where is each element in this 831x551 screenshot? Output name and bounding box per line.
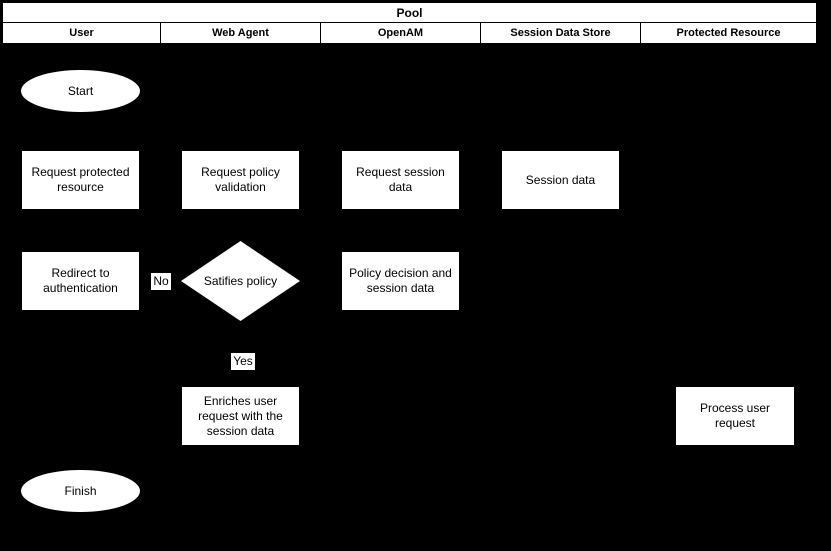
lane-header-protected-resource: Protected Resource [676,27,781,39]
node-session-data[interactable]: Session data [501,150,620,210]
node-process-user-request-label: Process user request [699,401,771,430]
node-finish[interactable]: Finish [21,470,140,512]
node-enriches-user-request[interactable]: Enriches user request with the session d… [181,386,300,446]
node-session-data-label: Session data [525,172,596,187]
node-satifies-policy-decision[interactable]: Satifies policy [181,241,300,321]
pool-title: Pool [3,3,816,23]
lane-header-web-agent: Web Agent [161,23,321,43]
pool-header-table: Pool User Web Agent OpenAM Session Data … [2,2,817,44]
node-redirect-to-authentication[interactable]: Redirect to authentication [21,251,140,311]
lane-header-user: User [3,23,161,43]
lane-header-openam: OpenAM [321,23,481,43]
node-start[interactable]: Start [21,70,140,112]
node-request-protected-resource-label: Request protected resource [31,165,130,194]
node-policy-decision-and-session-data-label: Policy decision and session data [349,266,452,295]
flowchart-canvas: Pool User Web Agent OpenAM Session Data … [0,0,831,551]
node-redirect-to-authentication-label: Redirect to authentication [43,266,118,295]
node-enriches-user-request-label: Enriches user request with the session d… [198,393,283,438]
lane-header-session-data-store: Session Data Store [481,23,641,43]
node-request-session-data-label: Request session data [356,165,445,194]
node-request-session-data[interactable]: Request session data [341,150,460,210]
node-start-label: Start [67,83,94,98]
edge-label-no: No [151,273,171,290]
edge-label-yes: Yes [231,353,255,370]
node-policy-decision-and-session-data[interactable]: Policy decision and session data [341,251,460,311]
node-process-user-request[interactable]: Process user request [675,386,795,446]
node-finish-label: Finish [64,483,97,498]
node-request-protected-resource[interactable]: Request protected resource [21,150,140,210]
lane-header-row: User Web Agent OpenAM Session Data Store… [3,23,816,43]
node-request-policy-validation[interactable]: Request policy validation [181,150,300,210]
node-satifies-policy-label: Satifies policy [203,273,278,288]
node-request-policy-validation-label: Request policy validation [201,165,280,194]
